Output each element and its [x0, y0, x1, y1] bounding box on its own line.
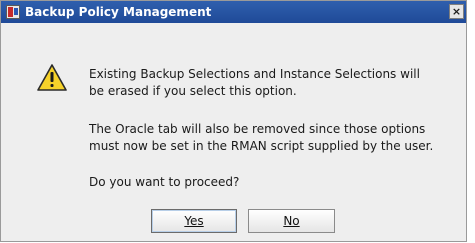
yes-button[interactable]: Yes	[151, 209, 237, 233]
prompt-question: Do you want to proceed?	[89, 175, 240, 189]
no-button-label: No	[283, 214, 300, 228]
close-button[interactable]: ×	[449, 4, 464, 19]
message-line-3: The Oracle tab will also be removed sinc…	[89, 122, 426, 136]
message-line-4: must now be set in the RMAN script suppl…	[89, 139, 434, 153]
dialog-window: Backup Policy Management × Existing Back…	[0, 0, 467, 242]
yes-button-label: Yes	[184, 214, 204, 228]
title-bar[interactable]: Backup Policy Management ×	[1, 1, 466, 23]
app-icon	[6, 5, 20, 19]
no-button[interactable]: No	[248, 209, 335, 233]
message-line-2: be erased if you select this option.	[89, 84, 297, 98]
warning-icon	[37, 64, 67, 91]
message-line-1: Existing Backup Selections and Instance …	[89, 67, 420, 81]
window-title: Backup Policy Management	[25, 5, 212, 19]
